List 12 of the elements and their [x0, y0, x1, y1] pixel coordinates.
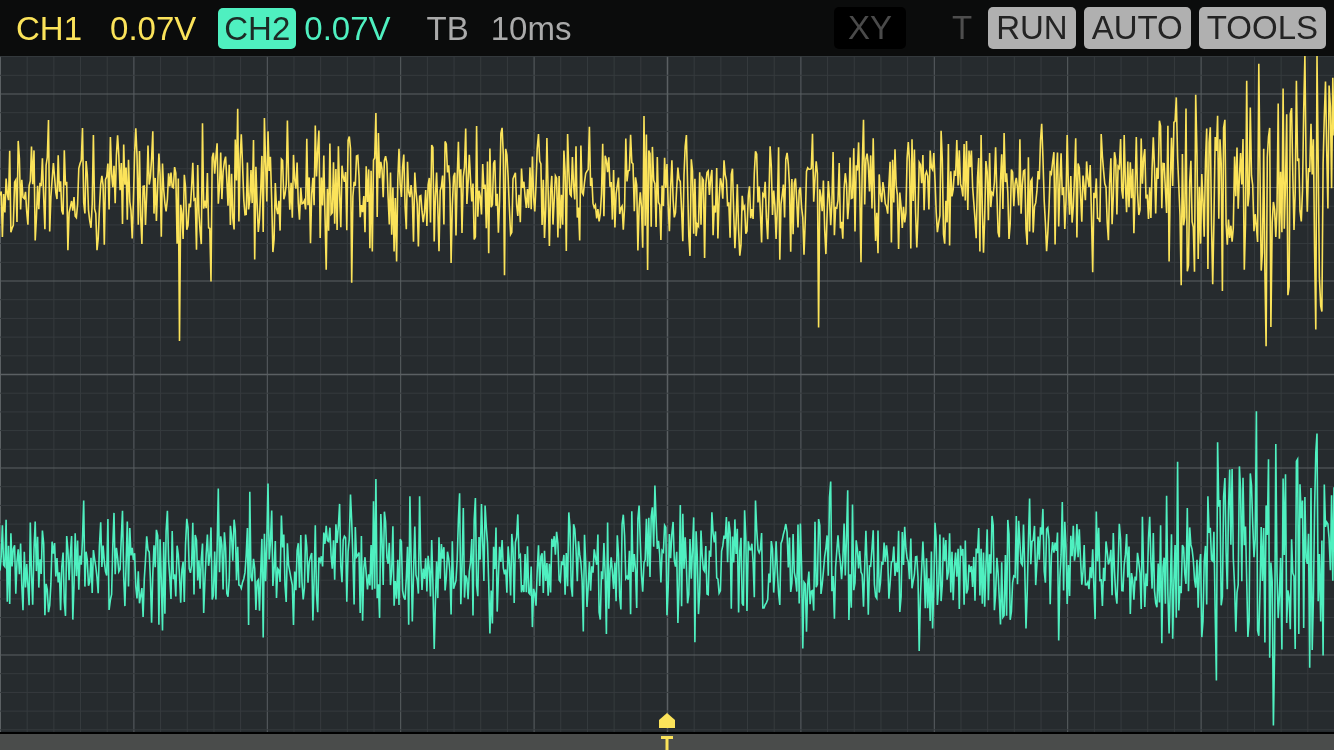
timebase-value: 10ms — [490, 11, 572, 45]
trigger-marker-icon[interactable] — [659, 713, 675, 728]
toolbar-button[interactable]: RUN — [988, 6, 1076, 50]
channel-label[interactable]: CH2 — [218, 7, 297, 49]
channel-label[interactable]: CH1 — [10, 7, 89, 49]
voltage-reading: 0.07V — [110, 11, 197, 45]
scroll-bar[interactable] — [0, 732, 1334, 750]
trigger-position-icon[interactable] — [660, 734, 674, 750]
voltage-reading: 0.07V — [304, 11, 391, 45]
toolbar-button[interactable]: AUTO — [1083, 6, 1191, 50]
timebase-label[interactable]: TB — [426, 11, 469, 45]
toolbar-button[interactable]: TOOLS — [1198, 6, 1326, 50]
